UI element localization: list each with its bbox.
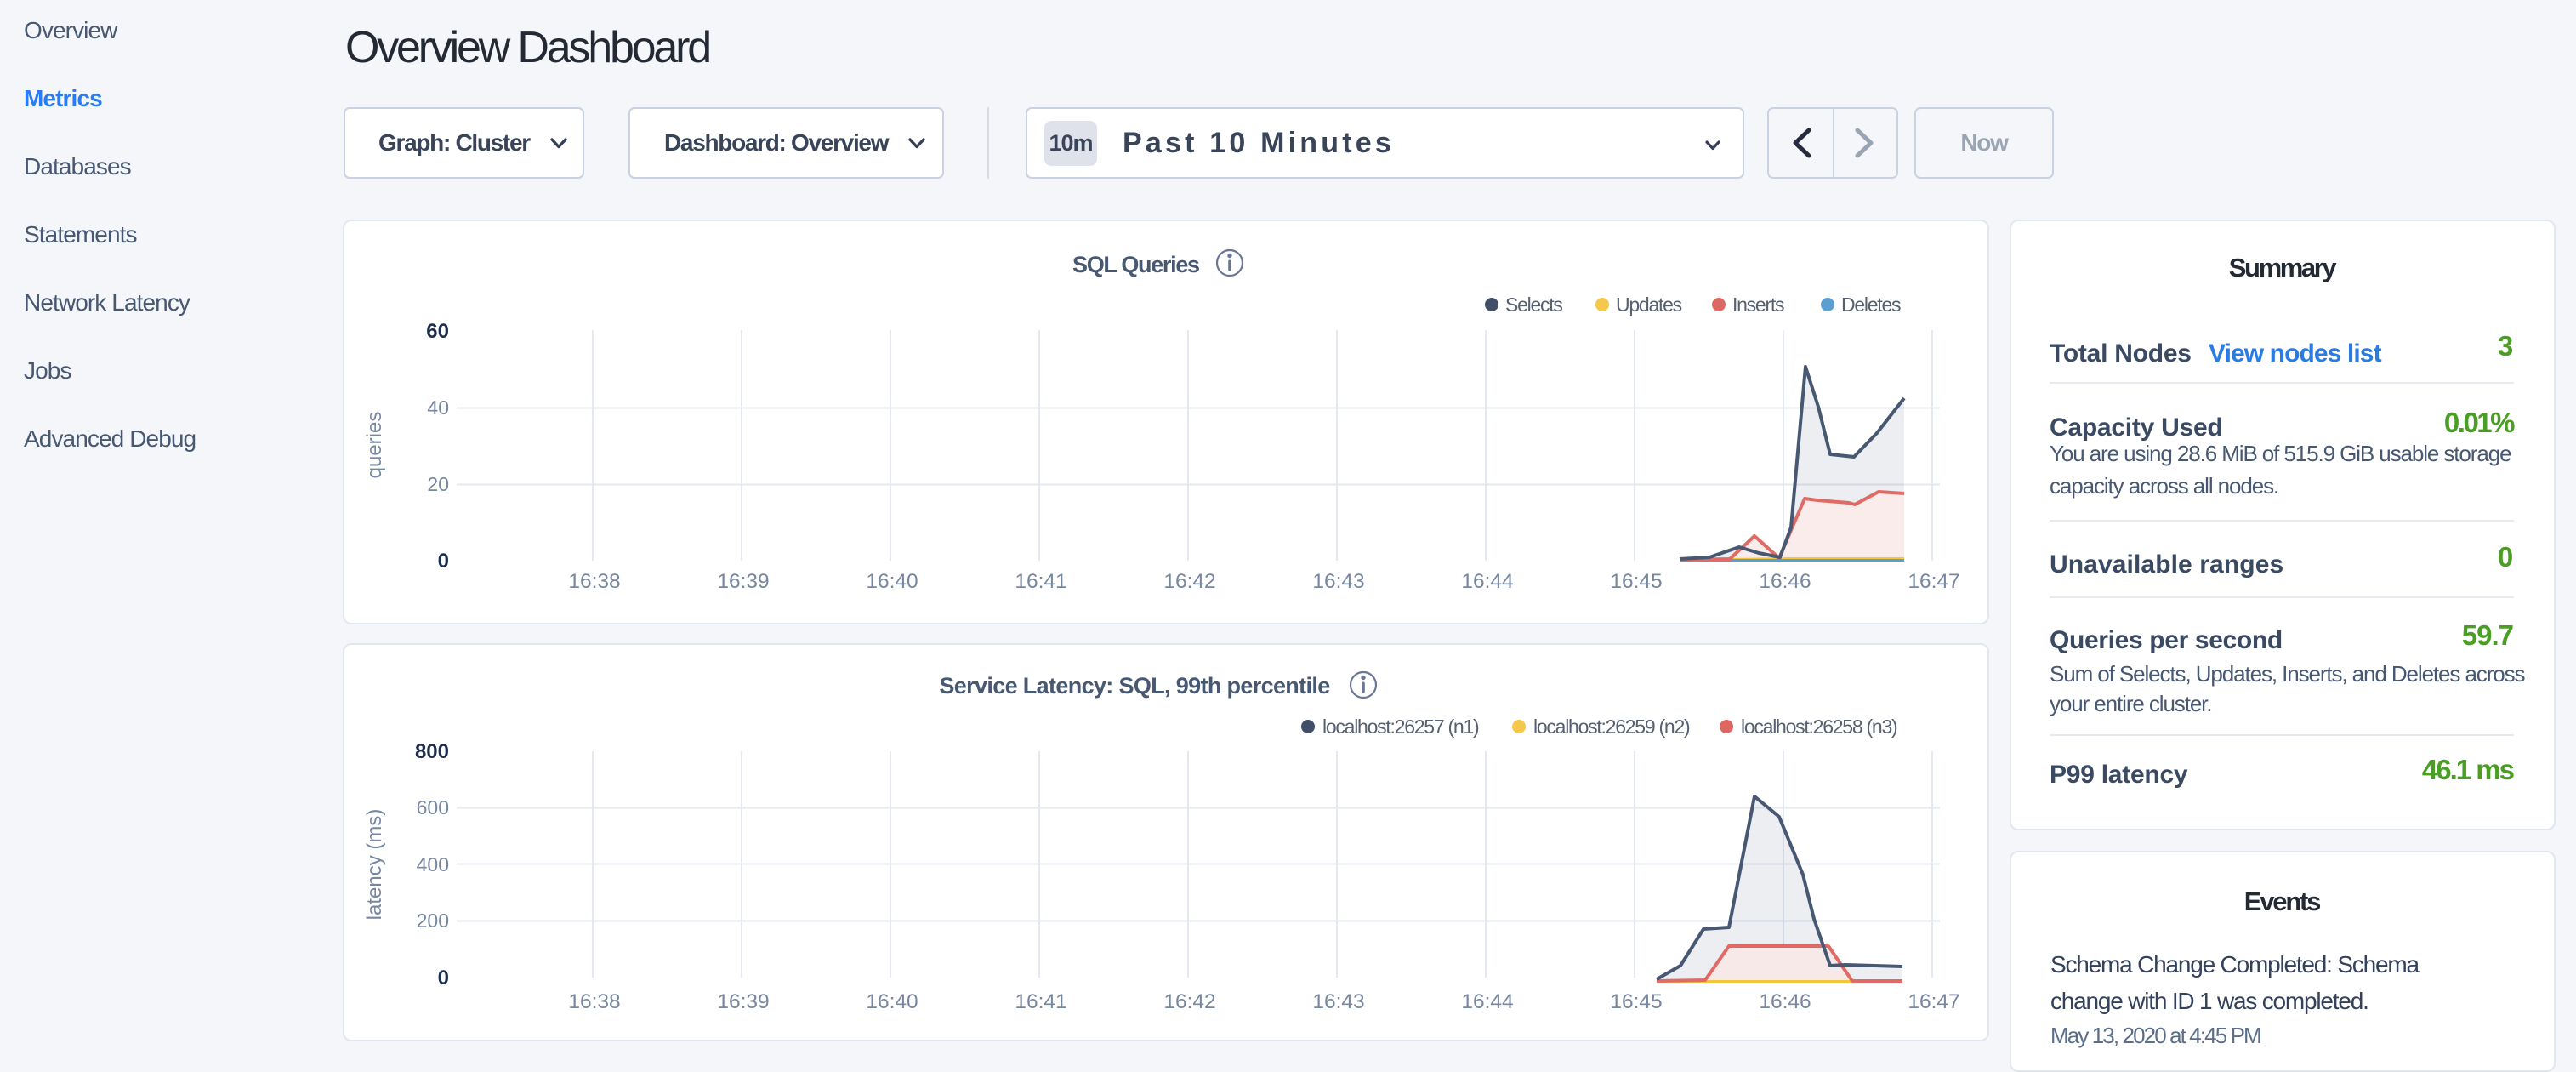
svg-text:40: 40 [427,396,449,419]
svg-text:localhost:26258 (n3): localhost:26258 (n3) [1741,716,1897,738]
svg-text:Updates: Updates [1616,294,1682,316]
svg-text:16:40: 16:40 [866,990,918,1013]
svg-text:Service Latency: SQL, 99th per: Service Latency: SQL, 99th percentile [939,673,1330,699]
svg-text:0: 0 [438,550,449,573]
svg-text:20: 20 [427,473,449,495]
svg-text:16:39: 16:39 [717,570,769,593]
svg-text:Unavailable ranges: Unavailable ranges [2050,550,2283,579]
svg-text:Sum of Selects, Updates, Inser: Sum of Selects, Updates, Inserts, and De… [2050,661,2526,687]
svg-text:May 13, 2020 at 4:45 PM: May 13, 2020 at 4:45 PM [2050,1023,2260,1048]
svg-text:0: 0 [438,967,449,989]
svg-text:Summary: Summary [2229,253,2338,282]
svg-text:Events: Events [2244,887,2320,916]
svg-text:16:38: 16:38 [568,990,620,1013]
svg-text:16:45: 16:45 [1610,570,1662,593]
svg-text:16:45: 16:45 [1610,990,1662,1013]
svg-text:localhost:26257 (n1): localhost:26257 (n1) [1322,716,1479,738]
svg-text:16:44: 16:44 [1461,990,1513,1013]
svg-text:You are using 28.6 MiB of 515.: You are using 28.6 MiB of 515.9 GiB usab… [2050,441,2511,466]
svg-text:16:46: 16:46 [1759,990,1811,1013]
svg-text:16:43: 16:43 [1312,570,1364,593]
svg-text:0.01%: 0.01% [2444,407,2515,438]
svg-text:capacity across all nodes.: capacity across all nodes. [2050,473,2278,499]
svg-text:16:46: 16:46 [1759,570,1811,593]
svg-text:16:38: 16:38 [568,570,620,593]
svg-text:16:41: 16:41 [1015,570,1066,593]
svg-text:localhost:26259 (n2): localhost:26259 (n2) [1533,716,1690,738]
svg-text:Inserts: Inserts [1732,294,1784,316]
svg-text:59.7: 59.7 [2462,619,2513,651]
svg-text:600: 600 [417,796,449,818]
svg-text:View nodes list: View nodes list [2209,339,2382,368]
svg-text:latency (ms): latency (ms) [363,809,386,921]
svg-text:60: 60 [426,320,449,343]
svg-text:change with ID 1 was completed: change with ID 1 was completed. [2050,988,2368,1014]
svg-text:16:44: 16:44 [1461,570,1513,593]
svg-text:Queries per second: Queries per second [2050,626,2283,654]
svg-text:46.1 ms: 46.1 ms [2422,754,2514,785]
svg-text:Selects: Selects [1505,294,1562,316]
svg-text:Deletes: Deletes [1841,294,1901,316]
svg-text:3: 3 [2498,330,2513,362]
svg-text:800: 800 [415,740,449,763]
svg-text:16:43: 16:43 [1312,990,1364,1013]
svg-text:16:40: 16:40 [866,570,918,593]
svg-text:16:39: 16:39 [717,990,769,1013]
svg-text:0: 0 [2498,541,2513,573]
svg-text:your entire cluster.: your entire cluster. [2050,691,2211,716]
svg-text:16:47: 16:47 [1908,570,1959,593]
svg-text:Capacity Used: Capacity Used [2050,413,2223,442]
svg-text:Schema Change Completed: Schem: Schema Change Completed: Schema [2050,951,2420,978]
svg-text:16:42: 16:42 [1163,990,1215,1013]
svg-text:200: 200 [417,909,449,932]
svg-text:SQL Queries: SQL Queries [1072,252,1199,277]
svg-text:P99 latency: P99 latency [2050,761,2188,789]
svg-text:16:42: 16:42 [1163,570,1215,593]
svg-text:16:41: 16:41 [1015,990,1066,1013]
svg-text:16:47: 16:47 [1908,990,1959,1013]
svg-text:400: 400 [417,853,449,875]
svg-text:Total Nodes: Total Nodes [2050,339,2192,368]
svg-text:queries: queries [363,412,386,479]
